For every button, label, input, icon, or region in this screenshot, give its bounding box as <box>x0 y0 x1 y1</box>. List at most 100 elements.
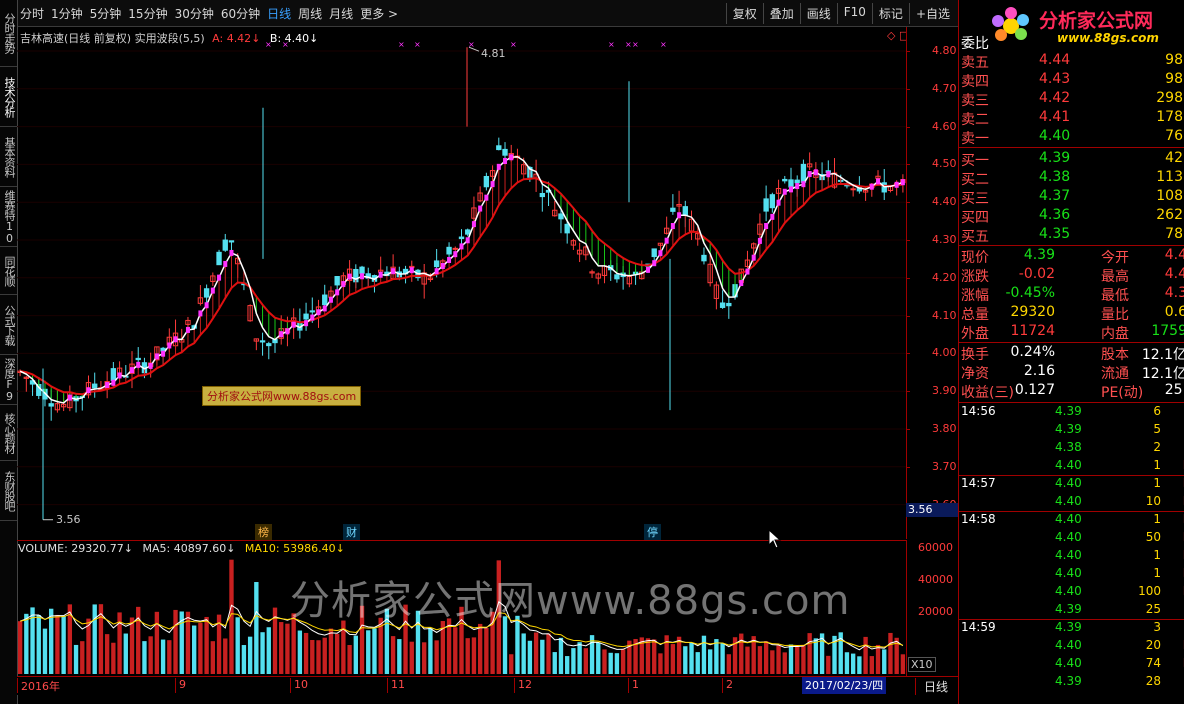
stat-label: PE(动) <box>1101 385 1144 401</box>
ma5-value: MA5: 40897.60 <box>142 542 227 555</box>
flag-cai[interactable]: 财 <box>343 524 360 540</box>
stat-label: 股本 <box>1101 347 1129 363</box>
bid-row: 买五 4.35 78 <box>959 226 1184 245</box>
volume-legend: VOLUME: 29320.77↓ MA5: 40897.60↓ MA10: 5… <box>18 542 345 555</box>
toolbar-button-0[interactable]: 复权 <box>725 3 763 24</box>
main-legend: 吉林高速(日线 前复权) 实用波段(5,5) A: 4.42↓ B: 4.40↓ <box>20 30 318 46</box>
stat-value: 12.1亿 <box>1141 347 1184 363</box>
stat-value: 0.6 <box>1164 304 1184 320</box>
stat-value: -0.02 <box>1018 266 1055 282</box>
toolbar-button-1[interactable]: 叠加 <box>762 3 800 24</box>
ask-label: 卖二 <box>961 112 989 128</box>
high-annotation: 4.81 <box>481 47 506 60</box>
tick-price: 4.39 <box>1055 422 1082 436</box>
tick-row: 4.3925S <box>959 602 1184 620</box>
tick-time: 14:59 <box>961 620 996 634</box>
period-tab-0[interactable]: 分时 <box>20 5 44 22</box>
flag-bang[interactable]: 榜 <box>255 524 272 540</box>
stat-value: 4.3 <box>1164 285 1184 301</box>
bid-label: 买一 <box>961 153 989 169</box>
axis-tick-mark <box>906 353 910 355</box>
axis-tick-mark <box>906 51 910 52</box>
tick-row: 4.395S <box>959 422 1184 440</box>
tick-row: 4.3928S <box>959 674 1184 692</box>
bid-price: 4.36 <box>1039 207 1071 223</box>
price-tick: 4.50 <box>932 157 957 171</box>
tick-row: 4.382S <box>959 440 1184 458</box>
stat-label: 现价 <box>961 250 989 266</box>
watermark-badge: 分析家公式网www.88gs.com <box>202 386 362 406</box>
stat-row: 涨跌 -0.02 最高 4.4 <box>959 266 1184 285</box>
stat-label: 涨幅 <box>961 288 989 304</box>
stat-label: 今开 <box>1101 250 1129 266</box>
left-tab-3[interactable]: 维赛特10 <box>0 188 17 247</box>
divider <box>959 342 1184 343</box>
period-tab-5[interactable]: 60分钟 <box>221 5 260 22</box>
period-tab-9[interactable]: 更多 > <box>360 5 398 22</box>
flag-ting[interactable]: 停 <box>644 524 661 540</box>
top-toolbar: 分时 1分钟 5分钟 15分钟 30分钟 60分钟 日线 周线 月线 更多 > 复权 叠加 画线 F10… <box>0 0 958 27</box>
bid-price: 4.35 <box>1039 226 1071 242</box>
stat2-row: 换手 0.24% 股本 12.1亿 <box>959 344 1184 363</box>
axis-tick-mark <box>906 277 910 279</box>
legend-a: A: 4.42 <box>212 32 252 45</box>
period-tab-4[interactable]: 30分钟 <box>175 5 214 22</box>
toolbar-button-5[interactable]: +自选 <box>908 3 956 24</box>
tick-volume: 3 <box>1153 620 1161 634</box>
left-tab-1[interactable]: 技术分析 <box>0 68 17 127</box>
period-tab-7[interactable]: 周线 <box>298 5 322 22</box>
volume-tick: 60000 <box>918 541 953 554</box>
bid-label: 买四 <box>961 210 989 226</box>
svg-text:◇ □: ◇ □ <box>887 29 906 42</box>
toolbar-button-2[interactable]: 画线 <box>799 3 837 24</box>
period-tab-8[interactable]: 月线 <box>329 5 353 22</box>
price-tick: 4.10 <box>932 308 957 322</box>
price-cursor-label: 3.56 <box>906 503 958 517</box>
axis-tick-mark <box>906 429 910 430</box>
period-tab-2[interactable]: 5分钟 <box>90 5 122 22</box>
date-tick: 10 <box>290 678 308 693</box>
volume-tick: 40000 <box>918 573 953 586</box>
left-tab-4[interactable]: 同花顺 <box>0 248 17 295</box>
ma10-value: MA10: 53986.40 <box>244 542 336 555</box>
svg-text:×: × <box>510 40 517 49</box>
toolbar-button-3[interactable]: F10 <box>836 3 872 24</box>
stat-value: 25. <box>1164 382 1184 398</box>
toolbar-button-4[interactable]: 标记 <box>871 3 909 24</box>
bid-label: 买五 <box>961 229 989 245</box>
tick-price: 4.40 <box>1055 656 1082 670</box>
period-tab-1[interactable]: 1分钟 <box>51 5 83 22</box>
left-tab-0[interactable]: 分时走势 <box>0 0 17 67</box>
tick-price: 4.40 <box>1055 458 1082 472</box>
divider <box>959 245 1184 246</box>
tick-price: 4.39 <box>1055 674 1082 688</box>
price-tick: 4.40 <box>932 195 957 209</box>
axis-tick-mark <box>906 164 910 166</box>
kline-chart[interactable]: × × × × × × × × × × ◇ □ <box>17 27 909 539</box>
price-tick: 4.60 <box>932 119 957 133</box>
tick-price: 4.39 <box>1055 602 1082 616</box>
period-tab-6[interactable]: 日线 <box>267 5 291 22</box>
tick-row: 4.40100B <box>959 584 1184 602</box>
stat-value: 12.1亿 <box>1141 366 1184 382</box>
axis-tick-mark <box>906 88 910 90</box>
tick-time: 14:56 <box>961 404 996 418</box>
bid-label: 买二 <box>961 172 989 188</box>
date-tick: 9 <box>175 678 186 693</box>
left-tab-6[interactable]: 深度F9 <box>0 356 17 405</box>
tick-volume: 100 <box>1138 584 1161 598</box>
left-tab-7[interactable]: 核心题材 <box>0 406 17 461</box>
tick-row: 4.4050B <box>959 530 1184 548</box>
left-tab-8[interactable]: 东财股吧 <box>0 462 17 521</box>
stat-label: 量比 <box>1101 307 1129 323</box>
period-label[interactable]: 日线 <box>915 678 964 695</box>
left-tab-5[interactable]: 公式下载 <box>0 296 17 355</box>
left-tab-2[interactable]: 基本资料 <box>0 128 17 187</box>
tick-price: 4.40 <box>1055 512 1082 526</box>
ask-price: 4.43 <box>1039 71 1071 87</box>
period-tab-3[interactable]: 15分钟 <box>128 5 167 22</box>
bid-volume: 42 <box>1165 150 1183 166</box>
date-tick: 11 <box>387 678 405 693</box>
tick-volume: 1 <box>1153 566 1161 580</box>
stat-label: 流通 <box>1101 366 1129 382</box>
